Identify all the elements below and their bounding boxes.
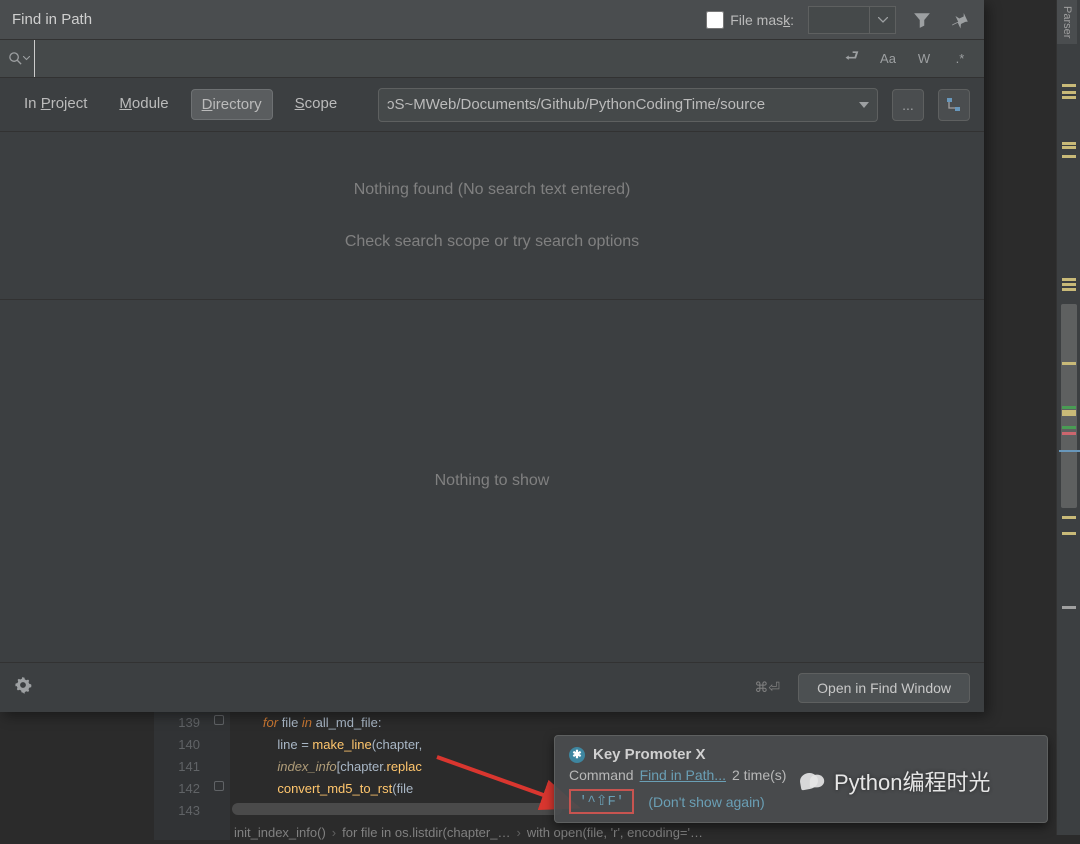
preview-area: Nothing to show xyxy=(0,300,984,662)
line-number: 142 xyxy=(154,778,200,800)
recursive-toggle-button[interactable] xyxy=(938,89,970,121)
gear-icon xyxy=(14,676,32,694)
funnel-icon xyxy=(913,11,931,29)
line-number: 140 xyxy=(154,734,200,756)
browse-directory-button[interactable]: ... xyxy=(892,89,924,121)
watermark-text: Python编程时光 xyxy=(834,765,991,797)
find-in-path-dialog: Find in Path File mask: xyxy=(0,0,984,712)
breadcrumb-separator-icon: › xyxy=(516,822,520,844)
directory-path-field[interactable]: ɔS~MWeb/Documents/Github/PythonCodingTim… xyxy=(378,88,854,122)
scope-row: In Project Module Directory Scope ɔS~MWe… xyxy=(0,78,984,132)
wechat-icon xyxy=(800,773,828,789)
directory-history-dropdown[interactable] xyxy=(850,88,878,122)
fold-toggle-icon[interactable] xyxy=(214,781,224,791)
line-number: 139 xyxy=(154,712,200,734)
command-count: 2 time(s) xyxy=(732,767,786,783)
editor-overview-scrollbar[interactable] xyxy=(1059,70,1079,825)
chevron-down-icon xyxy=(859,102,869,108)
keyboard-hint: ⌘⏎ xyxy=(754,679,780,696)
command-label: Command xyxy=(569,767,634,783)
filter-button[interactable] xyxy=(910,8,934,32)
whole-word-toggle[interactable]: W xyxy=(906,44,942,74)
line-number-gutter: 139 140 141 142 143 xyxy=(154,710,210,840)
rail-label-parser[interactable]: Parser xyxy=(1057,0,1077,44)
line-number: 143 xyxy=(154,800,200,822)
open-in-find-window-button[interactable]: Open in Find Window xyxy=(798,673,970,703)
notification-title: Key Promoter X xyxy=(593,746,706,763)
hint-message: Check search scope or try search options xyxy=(345,233,639,251)
file-mask-checkbox[interactable] xyxy=(706,11,724,29)
pin-icon xyxy=(951,11,969,29)
scope-tabs: In Project Module Directory Scope xyxy=(14,89,347,120)
tab-scope[interactable]: Scope xyxy=(285,89,348,120)
file-mask-input[interactable] xyxy=(808,6,870,34)
dialog-title: Find in Path xyxy=(12,11,92,28)
regex-toggle[interactable]: .* xyxy=(942,44,978,74)
file-mask-label: File mask: xyxy=(730,12,794,28)
line-number: 141 xyxy=(154,756,200,778)
plugin-icon: ✱ xyxy=(569,747,585,763)
search-results-area: Nothing found (No search text entered) C… xyxy=(0,132,984,300)
file-mask-dropdown[interactable] xyxy=(870,6,896,34)
breadcrumb-separator-icon: › xyxy=(332,822,336,844)
pin-button[interactable] xyxy=(948,8,972,32)
chevron-down-icon xyxy=(23,56,30,60)
file-mask-control[interactable]: File mask: xyxy=(706,11,794,29)
settings-button[interactable] xyxy=(14,676,32,699)
shortcut-highlight: '^⇧F' xyxy=(569,789,634,814)
nothing-to-show-label: Nothing to show xyxy=(435,472,550,490)
breadcrumb-bar[interactable]: init_index_info() › for file in os.listd… xyxy=(234,822,703,844)
horizontal-scrollbar[interactable] xyxy=(232,803,562,815)
breadcrumb-item[interactable]: with open(file, 'r', encoding='… xyxy=(527,822,703,844)
chevron-down-icon xyxy=(878,17,888,23)
tab-in-project[interactable]: In Project xyxy=(14,89,97,120)
editor-right-rail: Parser xyxy=(1056,0,1080,835)
dont-show-again-link[interactable]: (Don't show again) xyxy=(648,794,764,810)
match-case-toggle[interactable]: Aa xyxy=(870,44,906,74)
dialog-titlebar: Find in Path File mask: xyxy=(0,0,984,40)
command-link[interactable]: Find in Path... xyxy=(640,767,726,783)
search-input-row: ⮐ Aa W .* xyxy=(0,40,984,78)
tree-icon xyxy=(946,97,962,113)
preserve-case-toggle[interactable]: ⮐ xyxy=(834,44,870,74)
search-icon-wrap[interactable] xyxy=(0,51,32,66)
dialog-footer: ⌘⏎ Open in Find Window xyxy=(0,662,984,712)
tab-module[interactable]: Module xyxy=(109,89,178,120)
breadcrumb-item[interactable]: for file in os.listdir(chapter_… xyxy=(342,822,510,844)
watermark: Python编程时光 xyxy=(800,765,991,797)
no-results-message: Nothing found (No search text entered) xyxy=(354,181,631,199)
tab-directory[interactable]: Directory xyxy=(191,89,273,120)
search-icon xyxy=(8,51,23,66)
breadcrumb-item[interactable]: init_index_info() xyxy=(234,822,326,844)
fold-column xyxy=(210,710,230,840)
fold-toggle-icon[interactable] xyxy=(214,715,224,725)
search-input[interactable] xyxy=(34,40,834,77)
